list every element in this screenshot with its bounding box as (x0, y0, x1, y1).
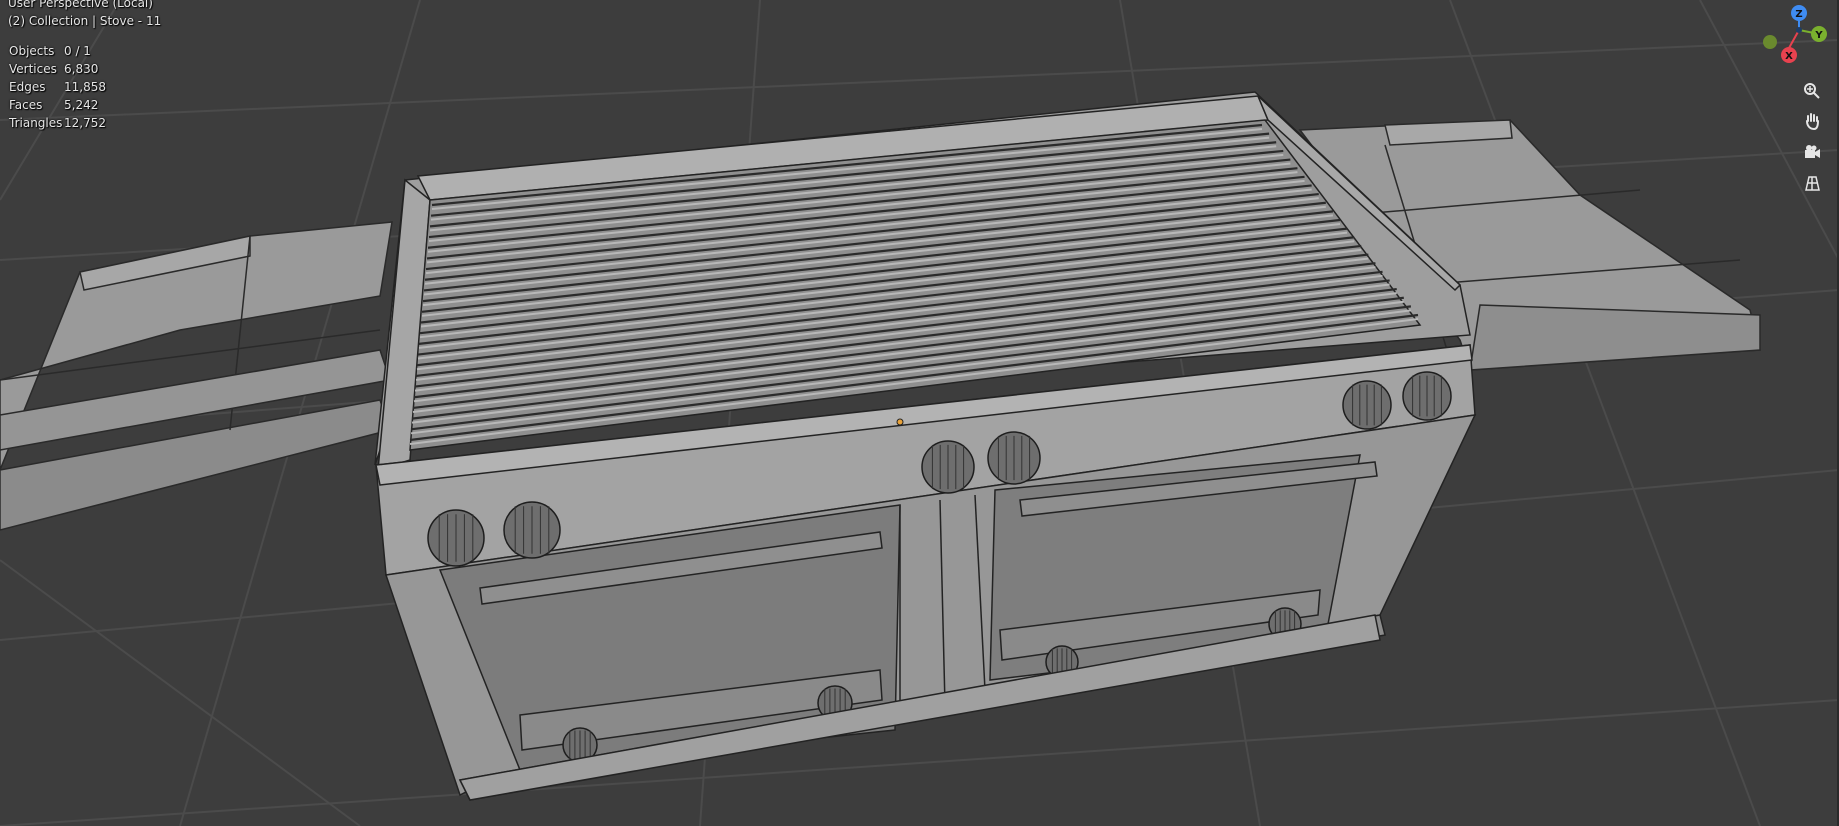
origin-point (896, 418, 904, 426)
stat-label: Objects (9, 44, 55, 58)
camera-button[interactable] (1798, 138, 1826, 166)
stat-value: 0 / 1 (64, 44, 91, 58)
stat-row-faces: Faces 5,242 (9, 96, 144, 114)
gizmo-neg-z-icon[interactable] (1796, 27, 1802, 33)
stat-row-vertices: Vertices 6,830 (9, 60, 144, 78)
stat-row-objects: Objects 0 / 1 (9, 42, 144, 60)
navigation-gizmo[interactable]: Z Y X (1749, 0, 1839, 80)
stat-label: Faces (9, 98, 43, 112)
stat-value: 12,752 (64, 116, 106, 130)
stat-label: Vertices (9, 62, 57, 76)
zoom-button[interactable] (1798, 77, 1826, 105)
hand-icon (1806, 113, 1819, 131)
3d-viewport[interactable]: User Perspective (Local) (2) Collection … (0, 0, 1839, 826)
grid-icon (1805, 176, 1820, 191)
left-shelf (0, 221, 393, 531)
stats-overlay: Objects 0 / 1 Vertices 6,830 Edges 11,858 F… (9, 42, 144, 132)
pan-button[interactable] (1798, 107, 1826, 135)
gizmo-x-label: X (1785, 51, 1793, 62)
stat-value: 6,830 (64, 62, 99, 76)
stat-row-edges: Edges 11,858 (9, 78, 144, 96)
scene-canvas[interactable] (0, 0, 1839, 826)
gizmo-y-label: Y (1814, 30, 1823, 41)
gizmo-neg-y-icon[interactable] (1763, 35, 1777, 49)
stat-label: Edges (9, 80, 46, 94)
stat-value: 5,242 (64, 98, 99, 112)
stat-row-triangles: Triangles 12,752 (9, 114, 144, 132)
gizmo-z-label: Z (1795, 9, 1802, 20)
camera-icon (1805, 145, 1820, 158)
view-name: User Perspective (Local) (8, 0, 153, 10)
stat-value: 11,858 (64, 80, 106, 94)
ortho-toggle-button[interactable] (1798, 169, 1826, 197)
stat-label: Triangles (9, 116, 63, 130)
zoom-icon (1804, 83, 1820, 99)
viewport-header-text: User Perspective (Local) (2) Collection … (8, 0, 161, 30)
collection-line: (2) Collection | Stove - 11 (8, 14, 162, 28)
